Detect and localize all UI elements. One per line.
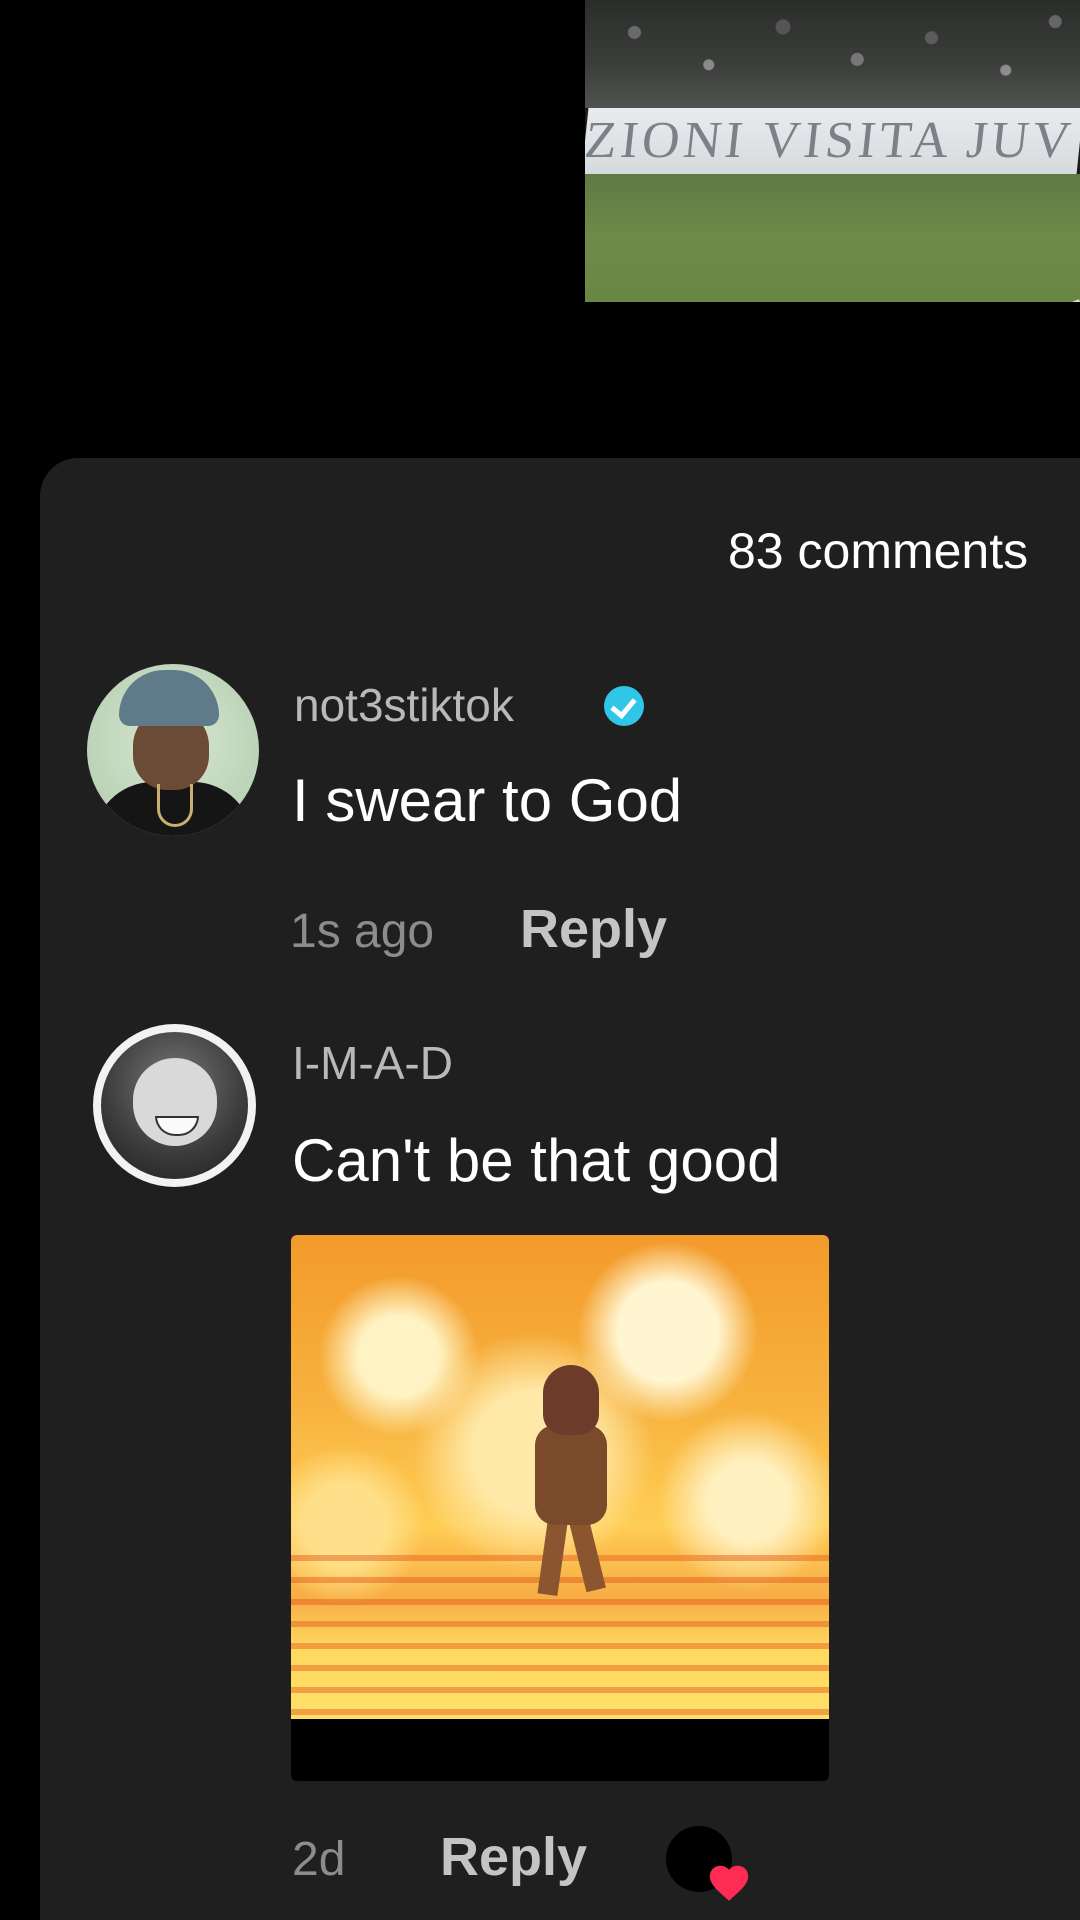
comment-timestamp: 1s ago (290, 905, 435, 958)
gif-figure (531, 1365, 611, 1605)
avatar[interactable] (87, 664, 259, 836)
heart-icon (709, 1865, 749, 1901)
liked-by-creator (666, 1826, 749, 1901)
screen: ZIONI VISITA JUV 83 comments not3stiktok… (0, 0, 1080, 1920)
figure-leg-left (537, 1513, 569, 1597)
avatar-hat (119, 670, 219, 726)
verified-check-icon (604, 686, 644, 726)
comment-username[interactable]: not3stiktok (294, 678, 514, 732)
avatar[interactable] (93, 1024, 256, 1187)
comment-text: Can't be that good (292, 1127, 781, 1194)
avatar-chain (157, 784, 193, 827)
figure-body (535, 1425, 607, 1525)
video-crowd (585, 0, 1080, 108)
reply-button[interactable]: Reply (520, 898, 667, 960)
video-player[interactable]: ZIONI VISITA JUV (585, 0, 1080, 302)
comment-text: I swear to God (292, 767, 683, 834)
figure-head (543, 1365, 599, 1435)
reply-button[interactable]: Reply (440, 1826, 587, 1888)
gif-attachment[interactable] (291, 1235, 829, 1781)
comment-username[interactable]: I-M-A-D (292, 1036, 453, 1090)
comments-count: 83 comments (728, 523, 1029, 579)
pitch-line (967, 299, 1080, 302)
video-pitch (585, 174, 1080, 302)
comment-timestamp: 2d (292, 1833, 346, 1886)
video-ad-board: ZIONI VISITA JUV (585, 108, 1080, 174)
figure-leg-right (568, 1513, 606, 1593)
